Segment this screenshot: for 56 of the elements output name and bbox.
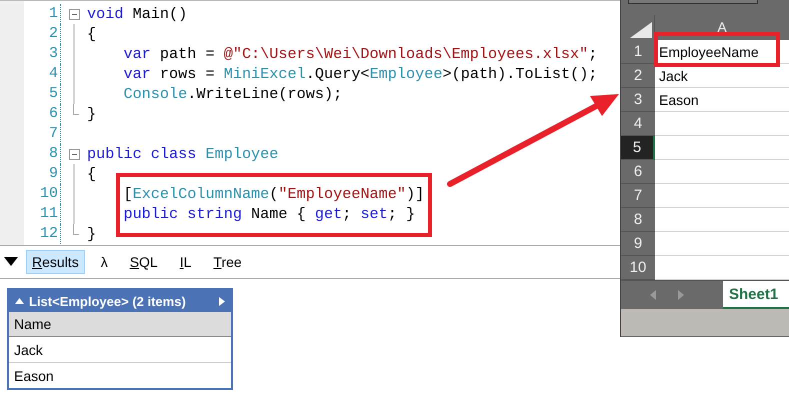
- spreadsheet-cell[interactable]: [655, 160, 789, 184]
- column-header: Name: [13, 316, 52, 332]
- code-line: public class Employee: [87, 144, 278, 164]
- result-title: List<Employee> (2 items): [29, 294, 186, 308]
- code-line: [ExcelColumnName("EmployeeName")]: [122, 184, 424, 204]
- spreadsheet-cell[interactable]: [655, 184, 789, 208]
- line-number: 8: [24, 144, 61, 164]
- spreadsheet-cell[interactable]: Eason: [655, 88, 789, 112]
- line-number: 5: [24, 84, 61, 104]
- row-header[interactable]: 1: [621, 40, 655, 64]
- scroll-left-icon[interactable]: [649, 290, 657, 300]
- collapse-icon[interactable]: [68, 8, 80, 20]
- line-number: 4: [24, 64, 61, 84]
- code-line: Console.WriteLine(rows);: [122, 84, 342, 104]
- spreadsheet-cell[interactable]: [655, 232, 789, 256]
- line-number: 10: [24, 184, 61, 204]
- scroll-right-icon[interactable]: [677, 290, 685, 300]
- fold-end-line: [73, 224, 79, 235]
- line-number: 1: [24, 4, 61, 24]
- select-all-icon[interactable]: [630, 22, 652, 38]
- fold-end-line: [73, 104, 79, 115]
- code-line: var rows = MiniExcel.Query<Employee>(path).ToList();: [122, 64, 598, 84]
- code-line: }: [87, 224, 96, 244]
- spreadsheet-cell[interactable]: [655, 256, 789, 280]
- line-number: 11: [24, 204, 61, 224]
- formula-bar[interactable]: [628, 0, 758, 4]
- code-line: {: [87, 164, 96, 184]
- output-tab[interactable]: IL: [174, 250, 198, 274]
- line-number: 12: [24, 224, 61, 244]
- collapse-triangle-icon[interactable]: [4, 257, 18, 267]
- collapse-icon[interactable]: [68, 148, 80, 160]
- expand-arrow-icon[interactable]: [219, 296, 225, 306]
- code-line: void Main(): [87, 4, 188, 24]
- code-line: var path = @"C:\Users\Wei\Downloads\Employees.xlsx";: [122, 44, 598, 64]
- row-header[interactable]: 5: [621, 136, 655, 160]
- output-tab[interactable]: SQL: [124, 250, 164, 274]
- line-number: 6: [24, 104, 61, 124]
- code-line: public string Name { get; set; }: [122, 204, 416, 224]
- output-tab[interactable]: λ: [94, 250, 114, 274]
- line-number: 9: [24, 164, 61, 184]
- line-number: 3: [24, 44, 61, 64]
- table-cell-text: Jack: [13, 342, 43, 358]
- output-tab[interactable]: Tree: [207, 250, 248, 274]
- spreadsheet-cell[interactable]: EmployeeName: [655, 40, 789, 64]
- code-line: {: [87, 24, 96, 44]
- collapse-arrow-icon[interactable]: [15, 298, 24, 304]
- output-tab[interactable]: Results: [26, 250, 85, 274]
- code-line: }: [87, 104, 96, 124]
- table-cell-text: Eason: [13, 368, 54, 384]
- spreadsheet-cell[interactable]: [655, 136, 789, 160]
- column-header[interactable]: A: [655, 15, 789, 40]
- line-number: 7: [24, 124, 61, 144]
- line-number: 2: [24, 24, 61, 44]
- spreadsheet-cell[interactable]: [655, 208, 789, 232]
- spreadsheet-cell[interactable]: [655, 112, 789, 136]
- sheet-tab[interactable]: Sheet1: [723, 281, 789, 309]
